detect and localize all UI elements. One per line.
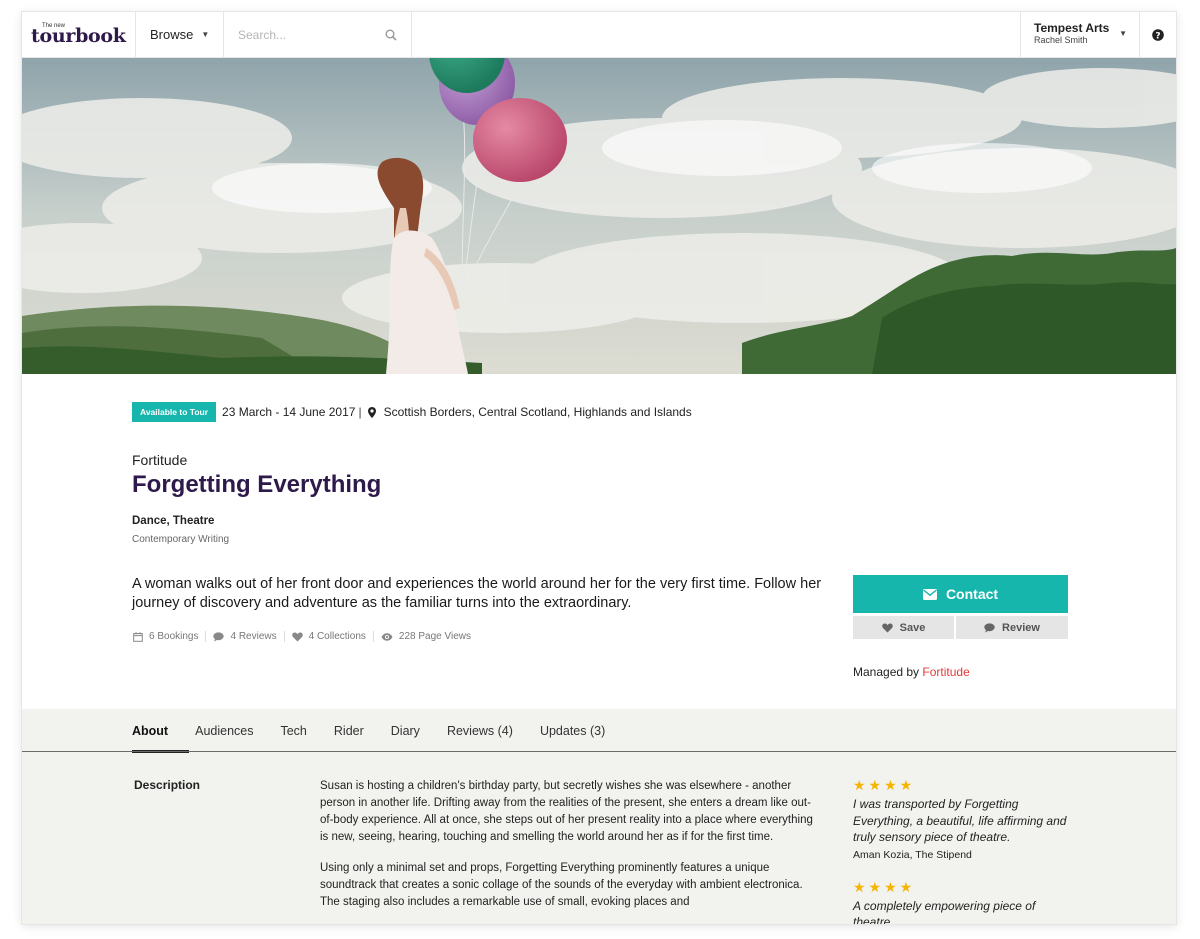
quote-source: Aman Kozia, The Stipend (853, 848, 972, 861)
tab-diary[interactable]: Diary (391, 709, 420, 752)
review-label: Review (1002, 621, 1040, 634)
show-genres: Dance, Theatre (132, 515, 215, 527)
page-title: Forgetting Everything (132, 471, 382, 498)
show-subgenre: Contemporary Writing (132, 534, 230, 545)
star-rating: ★★★★ (853, 878, 916, 895)
logo-wordmark: tourbook (31, 25, 126, 47)
contact-button[interactable]: Contact (853, 575, 1068, 613)
managed-by: Managed by Fortitude (853, 665, 970, 679)
search-box (224, 12, 412, 57)
stat-collections-label: 4 Collections (308, 631, 366, 642)
stat-bookings-label: 6 Bookings (149, 631, 199, 642)
help-button[interactable]: ? (1140, 12, 1176, 57)
browse-label: Browse (150, 27, 194, 42)
company-name[interactable]: Fortitude (132, 452, 187, 468)
tab-audiences[interactable]: Audiences (195, 709, 253, 752)
show-stats: 6 Bookings 4 Reviews 4 Collections 228 P… (133, 631, 478, 642)
save-button[interactable]: Save (853, 616, 954, 639)
top-nav-bar: The new tourbook Browse ▼ Tempest Arts R… (22, 12, 1176, 58)
managed-prefix: Managed by (853, 665, 920, 679)
hero-image (22, 58, 1176, 374)
stat-collections: 4 Collections (283, 631, 373, 642)
logo[interactable]: The new tourbook (22, 12, 136, 57)
account-menu[interactable]: Tempest Arts Rachel Smith ▼ (1020, 12, 1140, 57)
browse-menu[interactable]: Browse ▼ (136, 12, 224, 57)
heart-icon (881, 623, 893, 632)
tab-rider[interactable]: Rider (334, 709, 364, 752)
tab-updates[interactable]: Updates (3) (540, 709, 605, 752)
tab-divider (22, 751, 1176, 752)
description-label: Description (134, 778, 201, 792)
page-frame: The new tourbook Browse ▼ Tempest Arts R… (22, 12, 1176, 924)
details-section: About Audiences Tech Rider Diary Reviews… (22, 709, 1176, 924)
review-button[interactable]: Review (956, 616, 1068, 639)
review-quote: ★★★★ A completely empowering piece of th… (853, 879, 1068, 925)
managed-by-link[interactable]: Fortitude (922, 665, 969, 679)
contact-label: Contact (945, 586, 999, 602)
quote-text: I was transported by Forgetting Everythi… (853, 797, 1067, 844)
stat-reviews-label: 4 Reviews (230, 631, 277, 642)
envelope-icon (922, 588, 937, 600)
caret-down-icon: ▼ (1119, 29, 1127, 38)
quote-text: A completely empowering piece of theatre… (853, 898, 1036, 925)
date-separator: | (358, 405, 362, 419)
comment-icon (984, 622, 995, 633)
account-user: Rachel Smith (1034, 35, 1088, 45)
location-pin-icon (367, 406, 376, 418)
calendar-icon (133, 631, 143, 642)
comment-icon (213, 631, 225, 642)
save-label: Save (899, 621, 926, 634)
tab-bar: About Audiences Tech Rider Diary Reviews… (132, 709, 632, 753)
description-text: Susan is hosting a children's birthday p… (320, 778, 820, 924)
caret-down-icon: ▼ (201, 30, 210, 39)
star-rating: ★★★★ (853, 777, 916, 793)
stat-bookings: 6 Bookings (133, 631, 205, 642)
status-badge: Available to Tour (132, 402, 217, 422)
tab-reviews[interactable]: Reviews (4) (447, 709, 513, 752)
heart-icon (291, 632, 303, 641)
stat-views-label: 228 Page Views (398, 631, 471, 642)
account-org: Tempest Arts (1034, 21, 1110, 35)
show-dates: 23 March - 14 June 2017 (222, 405, 356, 419)
description-paragraph: Susan is hosting a children's birthday p… (320, 780, 813, 843)
help-icon: ? (1152, 28, 1164, 41)
show-meta: Available to Tour 23 March - 14 June 201… (132, 402, 692, 422)
tab-tech[interactable]: Tech (280, 709, 306, 752)
search-icon[interactable] (385, 29, 397, 41)
description-paragraph: Using only a minimal set and props, Forg… (320, 862, 803, 908)
svg-text:?: ? (1155, 31, 1160, 41)
review-quotes: ★★★★ I was transported by Forgetting Eve… (853, 777, 1068, 924)
search-input[interactable] (238, 27, 368, 42)
review-quote: ★★★★ I was transported by Forgetting Eve… (853, 777, 1068, 861)
show-locations: Scottish Borders, Central Scotland, High… (383, 405, 692, 419)
tab-about[interactable]: About (132, 709, 190, 753)
eye-icon (381, 632, 393, 641)
show-summary: A woman walks out of her front door and … (132, 576, 822, 611)
stat-views: 228 Page Views (372, 631, 478, 642)
stat-reviews: 4 Reviews (205, 631, 283, 642)
